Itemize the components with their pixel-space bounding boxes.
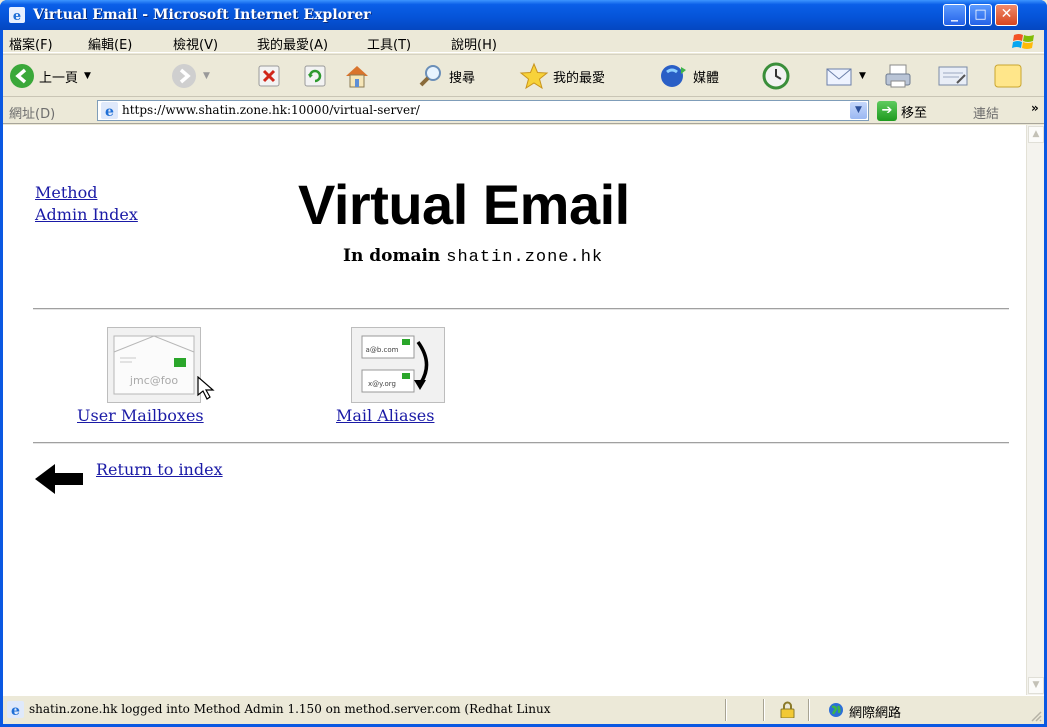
edit-document-icon [938, 66, 968, 86]
search-label: 搜尋 [449, 70, 476, 86]
resize-grip-icon[interactable] [1030, 710, 1042, 722]
forward-arrow-icon [172, 64, 196, 88]
svg-text:e: e [13, 9, 21, 23]
go-arrow-icon: ➔ [877, 101, 897, 121]
close-button[interactable]: ✕ [995, 4, 1018, 26]
media-button[interactable]: 媒體 [659, 59, 719, 93]
status-page-icon: e [7, 701, 24, 718]
stop-icon [258, 65, 280, 87]
svg-text:e: e [105, 104, 114, 119]
divider-bottom [33, 442, 1009, 444]
user-mailboxes-link[interactable]: User Mailboxes [77, 406, 204, 425]
security-zone-label: 網際網路 [849, 706, 902, 721]
title-bar[interactable]: e Virtual Email - Microsoft Internet Exp… [0, 0, 1047, 30]
menu-bar: 檔案(F) 編輯(E) 檢視(V) 我的最愛(A) 工具(T) 說明(H) [3, 30, 1044, 53]
edit-button[interactable] [937, 59, 969, 93]
links-chevron-icon[interactable]: » [1031, 101, 1039, 115]
media-label: 媒體 [693, 70, 720, 86]
links-label[interactable]: 連結 [973, 103, 999, 122]
status-divider [725, 699, 727, 721]
menu-help[interactable]: 說明(H) [451, 34, 497, 53]
favorites-label: 我的最愛 [553, 70, 606, 86]
page-title: Virtual Email [298, 173, 630, 236]
address-bar: 網址(D) e https://www.shatin.zone.hk:10000… [3, 98, 1044, 124]
alias-bottom-text: x@y.org [368, 380, 396, 388]
status-divider [808, 699, 810, 721]
mailbox-envelope-icon: jmc@foo [113, 335, 208, 398]
svg-text:e: e [11, 703, 20, 718]
note-icon [994, 64, 1022, 88]
menu-edit[interactable]: 編輯(E) [88, 34, 132, 53]
return-to-index-link[interactable]: Return to index [96, 460, 223, 479]
print-button[interactable] [883, 59, 913, 93]
admin-index-link[interactable]: Admin Index [35, 205, 138, 224]
domain-label: In domain [343, 246, 441, 266]
back-label: 上一頁 [39, 70, 79, 86]
go-button[interactable]: ➔ 移至 [877, 101, 927, 121]
home-button[interactable] [343, 59, 371, 93]
status-text: shatin.zone.hk logged into Method Admin … [29, 702, 551, 716]
go-label: 移至 [901, 105, 928, 121]
mailbox-icon-text: jmc@foo [129, 374, 178, 387]
menu-favorites[interactable]: 我的最愛(A) [257, 34, 328, 53]
mouse-cursor-icon [197, 376, 215, 400]
back-button[interactable]: 上一頁 ▼ [9, 59, 91, 93]
home-icon [346, 66, 368, 88]
status-bar: e shatin.zone.hk logged into Method Admi… [3, 695, 1044, 724]
browser-window: e Virtual Email - Microsoft Internet Exp… [0, 0, 1047, 727]
window-client: 檔案(F) 編輯(E) 檢視(V) 我的最愛(A) 工具(T) 說明(H) 上一… [3, 30, 1044, 724]
alias-envelopes-icon: a@b.com x@y.org [361, 335, 429, 393]
page-ie-icon: e [101, 102, 118, 119]
windows-flag-icon [1012, 34, 1034, 49]
address-input[interactable]: e https://www.shatin.zone.hk:10000/virtu… [97, 100, 869, 121]
minimize-button[interactable]: _ [943, 4, 966, 26]
left-arrow-icon[interactable] [33, 463, 85, 495]
history-icon [762, 62, 790, 90]
lock-icon[interactable] [780, 701, 795, 718]
mail-icon [826, 68, 852, 86]
menu-view[interactable]: 檢視(V) [173, 34, 218, 53]
standard-toolbar: 上一頁 ▼ ▼ 搜尋 我的最愛 媒體 ▼ [3, 54, 1044, 97]
mail-aliases-link[interactable]: Mail Aliases [336, 406, 434, 425]
window-title: Virtual Email - Microsoft Internet Explo… [33, 7, 371, 23]
ie-logo-icon: e [9, 7, 25, 23]
history-button[interactable] [761, 59, 791, 93]
method-link[interactable]: Method [35, 183, 97, 202]
address-label: 網址(D) [9, 107, 56, 122]
stop-button[interactable] [257, 59, 281, 93]
status-divider [763, 699, 765, 721]
domain-name: shatin.zone.hk [446, 248, 604, 267]
scroll-down-icon[interactable]: ▼ [1028, 677, 1044, 694]
domain-subtitle: In domain shatin.zone.hk [343, 246, 603, 267]
printer-icon [885, 64, 911, 88]
back-dropdown-icon[interactable]: ▼ [84, 71, 91, 81]
mail-dropdown-icon[interactable]: ▼ [859, 71, 866, 81]
user-mailboxes-icon[interactable]: jmc@foo [107, 327, 215, 403]
divider-top [33, 308, 1009, 310]
address-dropdown-icon[interactable]: ▼ [850, 102, 867, 119]
menu-file[interactable]: 檔案(F) [9, 34, 53, 53]
forward-button[interactable]: ▼ [171, 59, 210, 93]
mail-aliases-icon[interactable]: a@b.com x@y.org [351, 327, 445, 403]
back-arrow-icon [10, 64, 34, 88]
vertical-scrollbar[interactable]: ▲ ▼ [1026, 125, 1044, 695]
internet-zone-globe-icon [829, 703, 843, 717]
maximize-button[interactable]: □ [969, 4, 992, 26]
media-icon [661, 65, 686, 87]
address-url[interactable]: https://www.shatin.zone.hk:10000/virtual… [122, 103, 420, 117]
star-icon [519, 62, 549, 90]
discuss-button[interactable] [993, 59, 1023, 93]
forward-dropdown-icon[interactable]: ▼ [203, 71, 210, 81]
page-content: Method Admin Index Virtual Email In doma… [3, 125, 1026, 695]
mail-button[interactable]: ▼ [825, 59, 866, 93]
refresh-icon [304, 65, 326, 87]
search-button[interactable]: 搜尋 [417, 59, 475, 93]
menu-tools[interactable]: 工具(T) [367, 34, 411, 53]
refresh-button[interactable] [303, 59, 327, 93]
favorites-button[interactable]: 我的最愛 [519, 59, 605, 93]
alias-top-text: a@b.com [366, 346, 399, 354]
scroll-up-icon[interactable]: ▲ [1028, 126, 1044, 143]
search-icon [419, 65, 441, 87]
